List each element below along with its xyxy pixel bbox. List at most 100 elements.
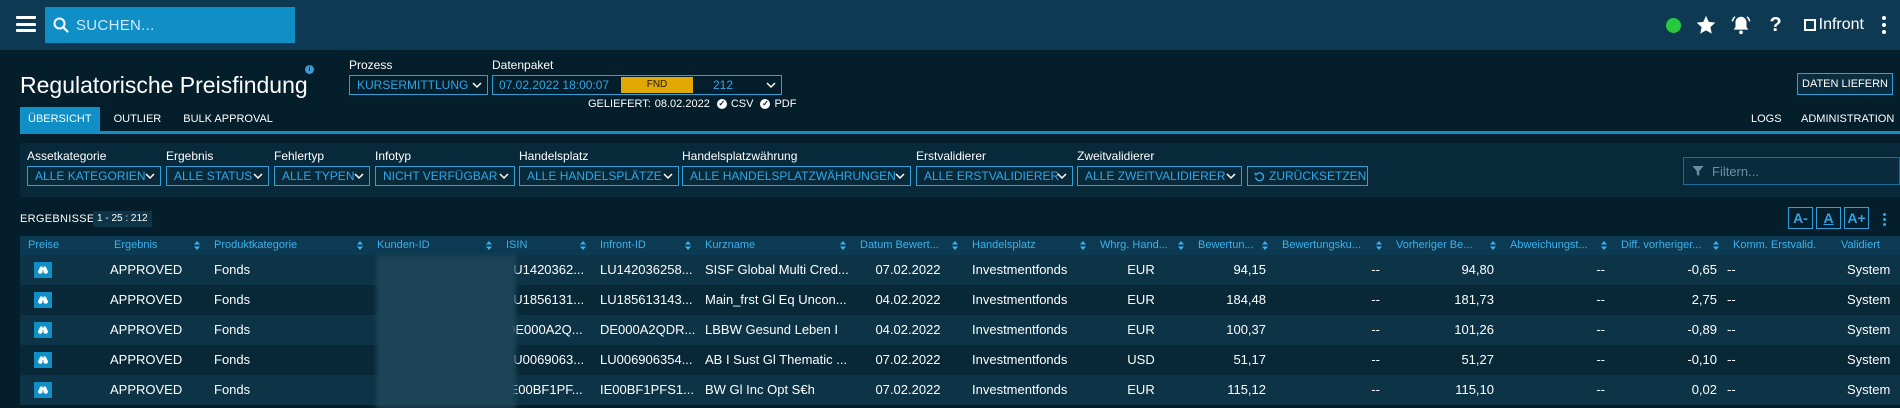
table-row[interactable]: APPROVED Fonds LU1420362... LU142036258.… [20, 255, 1900, 285]
grid-filter-input[interactable] [1712, 163, 1892, 179]
table-row[interactable]: APPROVED Fonds LU1856131... LU185613143.… [20, 285, 1900, 315]
star-icon[interactable] [1691, 10, 1721, 40]
tab-outlier[interactable]: OUTLIER [106, 107, 170, 131]
cell-handelsplatz: Investmentfonds [972, 382, 1068, 397]
datenpaket-date: 07.02.2022 18:00:07 [499, 78, 610, 92]
help-icon[interactable]: ? [1761, 10, 1791, 40]
cell-handelsplatz: Investmentfonds [972, 352, 1068, 367]
filter-handelsplatzwaehrung-dropdown[interactable]: ALLE HANDELSPLATZWÄHRUNGEN [682, 166, 911, 186]
filter-infotyp-dropdown[interactable]: NICHT VERFÜGBAR [375, 166, 515, 186]
column-header-kunden-id[interactable]: Kunden-ID [369, 236, 498, 255]
column-header-produktkategorie[interactable]: Produktkategorie [206, 236, 369, 255]
tab-logs[interactable]: LOGS [1751, 107, 1782, 131]
tab-bulk-approval[interactable]: BULK APPROVAL [175, 107, 281, 131]
datenpaket-label: Datenpaket [492, 58, 554, 72]
csv-link[interactable]: CSV [731, 98, 754, 110]
cell-ergebnis: APPROVED [110, 382, 183, 397]
reset-filters-button[interactable]: ZURÜCKSETZEN [1247, 166, 1368, 186]
table-row[interactable]: APPROVED Fonds IE00BF1PF... IE00BF1PFS1.… [20, 375, 1900, 405]
filter-fehlertyp-dropdown[interactable]: ALLE TYPEN [274, 166, 370, 186]
daten-liefern-button[interactable]: DATEN LIEFERN [1797, 73, 1893, 95]
filter-value: NICHT VERFÜGBAR [383, 169, 498, 183]
cell-vorheriger: 51,27 [1461, 352, 1494, 367]
cell-infront-id: LU185613143... [600, 292, 693, 307]
grid-options-icon[interactable] [1880, 210, 1888, 228]
column-header-ergebnis[interactable]: Ergebnis [98, 236, 206, 255]
cell-datum: 04.02.2022 [875, 292, 941, 307]
filter-assetkategorie-dropdown[interactable]: ALLE KATEGORIEN [27, 166, 161, 186]
datenpaket-dropdown[interactable]: 07.02.2022 18:00:07 FND 212 [492, 75, 782, 95]
prozess-label: Prozess [349, 58, 393, 72]
reset-icon [1254, 171, 1265, 181]
cell-abweichung: -- [1596, 382, 1605, 397]
cell-bewertung: 100,37 [1226, 322, 1266, 337]
chevron-down-icon [354, 173, 364, 180]
reset-label: ZURÜCKSETZEN [1269, 169, 1367, 183]
font-reset-button[interactable]: A [1816, 207, 1841, 229]
cell-komm: -- [1727, 382, 1736, 397]
filter-erstvalidierer-dropdown[interactable]: ALLE ERSTVALIDIERER [916, 166, 1073, 186]
column-header-diff-vorheriger[interactable]: Diff. vorheriger... [1613, 236, 1725, 255]
cell-kurzname: LBBW Gesund Leben I [705, 322, 838, 337]
font-increase-button[interactable]: A+ [1844, 207, 1869, 229]
price-chart-button[interactable] [34, 322, 52, 338]
redacted-kunden-id-column [376, 255, 516, 408]
menu-icon[interactable] [16, 16, 36, 32]
column-header-bewertungskurs[interactable]: Bewertungsku... [1274, 236, 1388, 255]
grid-filter-box[interactable] [1683, 157, 1900, 185]
filter-zweitvalidierer-dropdown[interactable]: ALLE ZWEITVALIDIERER [1077, 166, 1242, 186]
tab-administration[interactable]: ADMINISTRATION [1801, 107, 1894, 131]
column-header-infront-id[interactable]: Infront-ID [592, 236, 697, 255]
table-row[interactable]: APPROVED Fonds LU0069063... LU006906354.… [20, 345, 1900, 375]
price-chart-button[interactable] [34, 382, 52, 398]
tab-underline [20, 131, 1900, 134]
binoculars-icon [38, 386, 48, 394]
cell-validiert: System [1847, 262, 1891, 277]
table-row[interactable]: APPROVED Fonds DE000A2Q... DE000A2QDR...… [20, 315, 1900, 345]
search-box[interactable] [45, 7, 295, 43]
sort-icon [194, 241, 200, 250]
price-chart-button[interactable] [34, 292, 52, 308]
column-header-validiert[interactable]: Validiert [1833, 236, 1900, 255]
filter-label-handelsplatz: Handelsplatz [519, 149, 589, 163]
binoculars-icon [38, 266, 48, 274]
prozess-dropdown[interactable]: KURSERMITTLUNG [349, 75, 488, 95]
font-decrease-button[interactable]: A- [1788, 207, 1813, 229]
cell-datum: 07.02.2022 [875, 382, 941, 397]
price-chart-button[interactable] [34, 262, 52, 278]
column-header-waehrung[interactable]: Whrg. Hand... [1092, 236, 1190, 255]
cell-kurzname: Main_frst Gl Eq Uncon... [705, 292, 847, 307]
top-bar: ? Infront [0, 0, 1900, 50]
column-header-kurzname[interactable]: Kurzname [697, 236, 852, 255]
info-icon[interactable]: i [305, 65, 314, 74]
chevron-down-icon [253, 173, 263, 180]
filter-ergebnis-dropdown[interactable]: ALLE STATUS [166, 166, 269, 186]
column-header-preise[interactable]: Preise [20, 236, 98, 255]
cell-komm: -- [1727, 262, 1736, 277]
sort-icon [357, 241, 363, 250]
cell-bewertungskurs: -- [1371, 382, 1380, 397]
filter-label-assetkategorie: Assetkategorie [27, 149, 107, 163]
column-header-komm-erstvalid[interactable]: Komm. Erstvalid. [1725, 236, 1833, 255]
search-input[interactable] [76, 16, 276, 34]
pdf-link[interactable]: PDF [774, 98, 796, 110]
cell-datum: 04.02.2022 [875, 322, 941, 337]
sort-icon [580, 241, 586, 250]
cell-waehrung: EUR [1127, 262, 1155, 277]
datenpaket-status-badge: FND [621, 77, 693, 93]
cell-vorheriger: 94,80 [1461, 262, 1494, 277]
column-header-datum-bewertung[interactable]: Datum Bewert... [852, 236, 964, 255]
bell-icon[interactable] [1726, 10, 1756, 40]
more-options-icon[interactable] [1874, 10, 1894, 40]
column-header-bewertung[interactable]: Bewertun... [1190, 236, 1274, 255]
column-header-handelsplatz[interactable]: Handelsplatz [964, 236, 1092, 255]
column-header-abweichungsttyp[interactable]: Abweichungst... [1502, 236, 1613, 255]
cell-kurzname: BW Gl Inc Opt S€h [705, 382, 815, 397]
column-header-vorheriger-bewertung[interactable]: Vorheriger Be... [1388, 236, 1502, 255]
cell-bewertungskurs: -- [1371, 352, 1380, 367]
tab-uebersicht[interactable]: ÜBERSICHT [20, 107, 100, 131]
column-header-isin[interactable]: ISIN [498, 236, 592, 255]
cell-komm: -- [1727, 292, 1736, 307]
price-chart-button[interactable] [34, 352, 52, 368]
filter-handelsplatz-dropdown[interactable]: ALLE HANDELSPLÄTZE [519, 166, 679, 186]
